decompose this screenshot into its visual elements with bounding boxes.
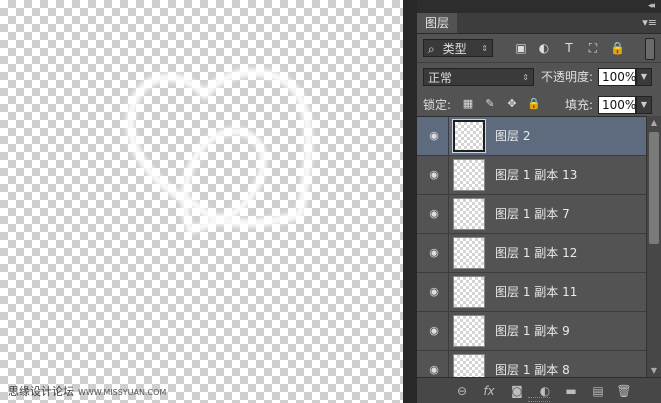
layers-scrollbar[interactable]: ▲ ▼ bbox=[646, 116, 661, 378]
layer-name: 图层 1 副本 13 bbox=[495, 168, 578, 182]
panel-menu-icon[interactable]: ▾≡ bbox=[642, 15, 657, 31]
divider bbox=[448, 234, 449, 272]
watermark-url: WWW.MISSYUAN.COM bbox=[78, 388, 167, 397]
divider bbox=[448, 351, 449, 379]
lock-label: 锁定: bbox=[423, 98, 452, 112]
layer-thumbnail bbox=[453, 315, 485, 347]
layer-name: 图层 2 bbox=[495, 129, 531, 143]
lock-row: 锁定: ▦ ✎ ✥ 🔒 填充: 100% ▼ bbox=[417, 91, 661, 119]
layer-row[interactable]: ◉ 图层 1 副本 12 bbox=[417, 234, 661, 273]
fill-label: 填充: bbox=[565, 98, 594, 112]
lock-all-icon[interactable]: 🔒 bbox=[527, 97, 541, 111]
tab-layers[interactable]: 图层 bbox=[417, 13, 458, 33]
scroll-up-icon[interactable]: ▲ bbox=[647, 116, 661, 130]
eye-visibility-icon[interactable]: ◉ bbox=[427, 363, 441, 377]
fx-icon[interactable]: fx bbox=[481, 383, 497, 399]
panel-tab-row: 图层 ▾≡ bbox=[417, 13, 661, 34]
smart-object-filter-icon[interactable]: 🔒 bbox=[610, 41, 625, 55]
collapse-panel-icon[interactable]: ◂◂ bbox=[648, 0, 655, 13]
add-mask-icon[interactable]: ◙ bbox=[509, 383, 525, 399]
layers-panel: ◂◂ 图层 ▾≡ ⌕ 类型 ⇕ ▣ ◐ T ⛶ 🔒 正常 ⇕ 不透明度: 100… bbox=[417, 0, 661, 403]
new-layer-icon[interactable]: ▤ bbox=[590, 383, 606, 399]
filter-kind-label: 类型 bbox=[442, 42, 467, 56]
type-filter-icon[interactable]: T bbox=[562, 41, 576, 55]
layer-thumbnail bbox=[453, 198, 485, 230]
shape-filter-icon[interactable]: ⛶ bbox=[586, 41, 600, 55]
trash-delete-icon[interactable]: 🗑 bbox=[616, 383, 632, 399]
layer-row[interactable]: ◉ 图层 1 副本 13 bbox=[417, 156, 661, 195]
eye-visibility-icon[interactable]: ◉ bbox=[427, 324, 441, 338]
watermark-text: 思缘设计论坛 bbox=[8, 385, 74, 398]
filter-row: ⌕ 类型 ⇕ ▣ ◐ T ⛶ 🔒 bbox=[417, 34, 661, 63]
layer-row[interactable]: ◉ 图层 1 副本 7 bbox=[417, 195, 661, 234]
layer-row[interactable]: ◉ 图层 2 bbox=[417, 117, 661, 156]
blend-mode-value: 正常 bbox=[428, 71, 453, 85]
fill-chevron-icon[interactable]: ▼ bbox=[636, 96, 652, 114]
layer-row[interactable]: ◉ 图层 1 副本 8 bbox=[417, 351, 661, 379]
heart-glow-artwork bbox=[126, 67, 313, 234]
layers-list[interactable]: ◉ 图层 2 ◉ 图层 1 副本 13 ◉ 图层 1 副本 7 ◉ 图层 1 副… bbox=[417, 116, 661, 379]
divider bbox=[448, 273, 449, 311]
chevron-updown-icon: ⇕ bbox=[481, 44, 488, 53]
layer-thumbnail bbox=[453, 237, 485, 269]
divider bbox=[448, 156, 449, 194]
folder-group-icon[interactable]: ▬ bbox=[563, 383, 579, 399]
layer-name: 图层 1 副本 12 bbox=[495, 246, 578, 260]
filter-kind-dropdown[interactable]: ⌕ 类型 ⇕ bbox=[423, 39, 493, 57]
opacity-chevron-icon[interactable]: ▼ bbox=[636, 68, 652, 86]
panel-gutter bbox=[403, 0, 417, 403]
eye-visibility-icon[interactable]: ◉ bbox=[427, 207, 441, 221]
pixel-filter-icon[interactable]: ▣ bbox=[514, 41, 528, 55]
filter-toggle-switch[interactable] bbox=[645, 38, 655, 60]
divider bbox=[448, 312, 449, 350]
layer-thumbnail bbox=[453, 159, 485, 191]
resize-grip[interactable] bbox=[528, 397, 550, 402]
layer-thumbnail bbox=[452, 119, 486, 153]
scroll-down-icon[interactable]: ▼ bbox=[647, 364, 661, 378]
opacity-label: 不透明度: bbox=[541, 70, 594, 84]
fill-field[interactable]: 100% bbox=[598, 96, 636, 114]
layer-row[interactable]: ◉ 图层 1 副本 11 bbox=[417, 273, 661, 312]
lock-position-move-icon[interactable]: ✥ bbox=[505, 97, 519, 111]
document-canvas[interactable]: 思缘设计论坛 WWW.MISSYUAN.COM bbox=[0, 0, 403, 403]
eye-visibility-icon[interactable]: ◉ bbox=[427, 246, 441, 260]
eye-visibility-icon[interactable]: ◉ bbox=[427, 168, 441, 182]
link-layers-icon[interactable]: ⊖ bbox=[454, 383, 470, 399]
lock-transparent-icon[interactable]: ▦ bbox=[461, 97, 475, 111]
panel-dock-bar: ◂◂ bbox=[417, 0, 661, 13]
opacity-field[interactable]: 100% bbox=[598, 68, 636, 86]
chevron-updown-icon: ⇕ bbox=[522, 73, 529, 82]
layer-name: 图层 1 副本 11 bbox=[495, 285, 578, 299]
divider bbox=[448, 117, 449, 155]
layer-thumbnail bbox=[453, 354, 485, 379]
blend-row: 正常 ⇕ 不透明度: 100% ▼ bbox=[417, 63, 661, 91]
eye-visibility-icon[interactable]: ◉ bbox=[427, 285, 441, 299]
layers-bottom-toolbar: ⊖ fx ◙ ◐ ▬ ▤ 🗑 bbox=[417, 377, 661, 403]
layer-thumbnail bbox=[453, 276, 485, 308]
search-icon: ⌕ bbox=[428, 42, 435, 56]
eye-visibility-icon[interactable]: ◉ bbox=[427, 129, 441, 143]
watermark: 思缘设计论坛 WWW.MISSYUAN.COM bbox=[8, 383, 166, 399]
divider bbox=[448, 195, 449, 233]
layer-row[interactable]: ◉ 图层 1 副本 9 bbox=[417, 312, 661, 351]
layer-name: 图层 1 副本 8 bbox=[495, 363, 570, 377]
layer-name: 图层 1 副本 9 bbox=[495, 324, 570, 338]
layer-name: 图层 1 副本 7 bbox=[495, 207, 570, 221]
lock-image-brush-icon[interactable]: ✎ bbox=[483, 97, 497, 111]
scrollbar-thumb[interactable] bbox=[649, 132, 659, 244]
blend-mode-dropdown[interactable]: 正常 ⇕ bbox=[423, 68, 534, 86]
adjustment-filter-icon[interactable]: ◐ bbox=[537, 41, 551, 55]
